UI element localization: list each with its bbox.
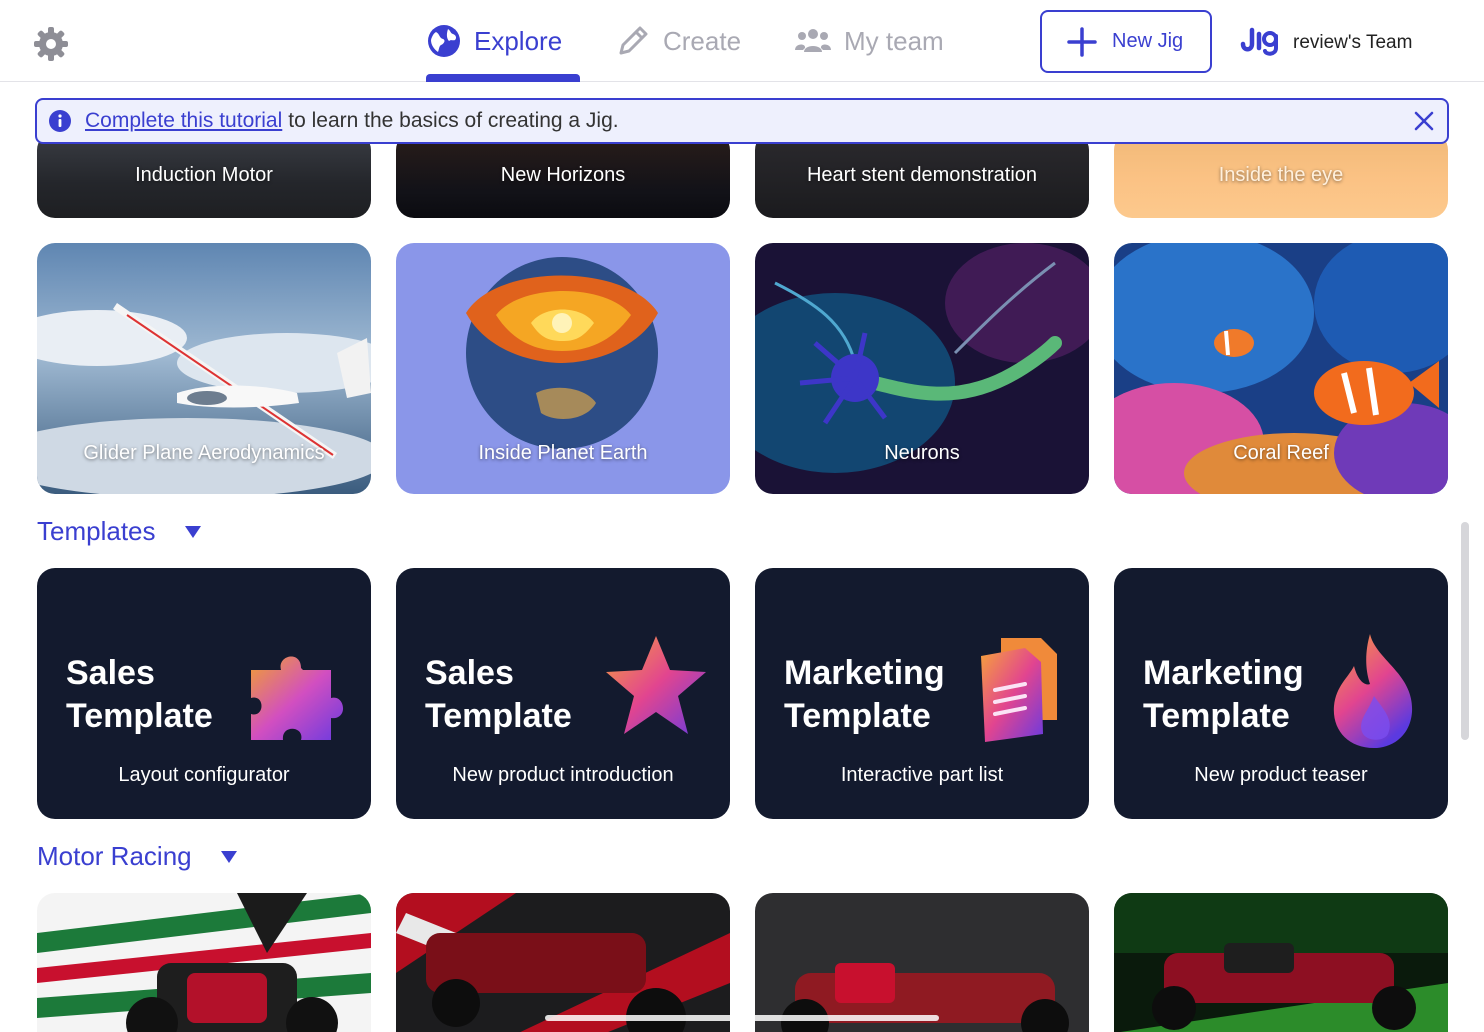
template-title-line1: Marketing (784, 654, 945, 692)
jig-card-inside-planet-earth[interactable]: Inside Planet Earth (396, 243, 730, 494)
tutorial-banner: Complete this tutorial to learn the basi… (35, 98, 1449, 144)
globe-icon (428, 25, 460, 57)
jig-card-title: Glider Plane Aerodynamics (83, 442, 325, 464)
pencil-icon (619, 26, 648, 55)
jig-card-racing-car-1[interactable] (37, 893, 371, 1032)
close-icon[interactable] (1413, 110, 1435, 132)
jig-card-racing-car-3[interactable] (755, 893, 1089, 1032)
tab-my-team-label: My team (844, 25, 944, 56)
racing-car-thumbnail (755, 893, 1089, 1032)
jig-card-induction-motor[interactable]: Induction Motor (37, 132, 371, 218)
template-title: Sales Template (66, 652, 213, 738)
template-title: Marketing Template (784, 652, 945, 738)
plus-icon (1067, 26, 1097, 57)
active-tab-indicator (426, 74, 580, 82)
explore-page: Explore Create My team New Jig review's … (0, 0, 1484, 1032)
jig-card-inside-the-eye[interactable]: Inside the eye (1114, 132, 1448, 218)
tab-create-label: Create (663, 25, 742, 56)
document-icon (981, 638, 1057, 742)
template-card-new-product-introduction[interactable]: Sales Template New product introduction (396, 568, 730, 819)
template-title: Sales Template (425, 652, 572, 738)
jig-card-racing-car-2[interactable] (396, 893, 730, 1032)
jig-card-new-horizons[interactable]: New Horizons (396, 132, 730, 218)
section-motor-racing-header[interactable]: Motor Racing (37, 841, 238, 872)
template-subtitle: New product teaser (1194, 764, 1368, 786)
jig-card-racing-car-4[interactable] (1114, 893, 1448, 1032)
jig-card-coral-reef[interactable]: Coral Reef (1114, 243, 1448, 494)
chevron-down-icon (184, 525, 201, 538)
racing-car-thumbnail (37, 893, 371, 1032)
tab-create[interactable]: Create (615, 0, 741, 82)
template-title-line2: Template (425, 697, 572, 735)
template-subtitle: New product introduction (452, 764, 674, 786)
racing-car-thumbnail (1114, 893, 1448, 1032)
tutorial-link[interactable]: Complete this tutorial (85, 109, 282, 133)
new-jig-button[interactable]: New Jig (1040, 10, 1212, 73)
vertical-scrollbar[interactable] (1461, 522, 1469, 740)
new-jig-label: New Jig (1112, 30, 1184, 52)
jig-card-glider-plane[interactable]: Glider Plane Aerodynamics (37, 243, 371, 494)
jig-card-title: New Horizons (500, 164, 626, 186)
tab-explore[interactable]: Explore (426, 0, 562, 82)
jig-card-heart-stent[interactable]: Heart stent demonstration (755, 132, 1089, 218)
template-card-new-product-teaser[interactable]: Marketing Template New product teaser (1114, 568, 1448, 819)
tab-explore-label: Explore (474, 25, 563, 56)
puzzle-icon (251, 656, 344, 740)
info-icon (49, 110, 71, 132)
flame-icon (1333, 634, 1413, 748)
jig-card-title: Heart stent demonstration (806, 164, 1038, 186)
template-title-line1: Sales (425, 654, 514, 692)
template-title-line1: Sales (66, 654, 155, 692)
section-title: Motor Racing (37, 841, 192, 871)
team-icon (795, 29, 831, 52)
racing-car-thumbnail (396, 893, 730, 1032)
template-card-interactive-part-list[interactable]: Marketing Template Interactive part list (755, 568, 1089, 819)
template-subtitle: Layout configurator (118, 764, 290, 786)
jig-card-title: Inside the eye (1218, 164, 1344, 186)
template-subtitle: Interactive part list (840, 764, 1004, 786)
section-templates-header[interactable]: Templates (37, 516, 202, 547)
chevron-down-icon (220, 850, 237, 863)
template-card-layout-configurator[interactable]: Sales Template Layout configurator (37, 568, 371, 819)
template-title-line2: Template (66, 697, 213, 735)
jig-card-title: Induction Motor (135, 164, 273, 186)
team-name[interactable]: review's Team (1293, 32, 1412, 54)
template-title-line1: Marketing (1143, 654, 1304, 692)
template-title-line2: Template (784, 697, 931, 735)
section-title: Templates (37, 516, 156, 546)
template-title-line2: Template (1143, 697, 1290, 735)
gear-icon[interactable] (31, 24, 71, 64)
home-indicator[interactable] (545, 1015, 939, 1021)
jig-card-neurons[interactable]: Neurons (755, 243, 1089, 494)
jig-card-title: Neurons (884, 442, 960, 464)
jig-card-title: Coral Reef (1233, 442, 1329, 464)
top-navigation-bar: Explore Create My team New Jig review's … (0, 0, 1484, 82)
star-icon (606, 636, 706, 734)
tutorial-text: to learn the basics of creating a Jig. (288, 109, 619, 132)
jig-card-title: Inside Planet Earth (478, 442, 648, 464)
template-title: Marketing Template (1143, 652, 1304, 738)
tab-my-team[interactable]: My team (794, 0, 944, 82)
jig-logo (1240, 27, 1278, 56)
